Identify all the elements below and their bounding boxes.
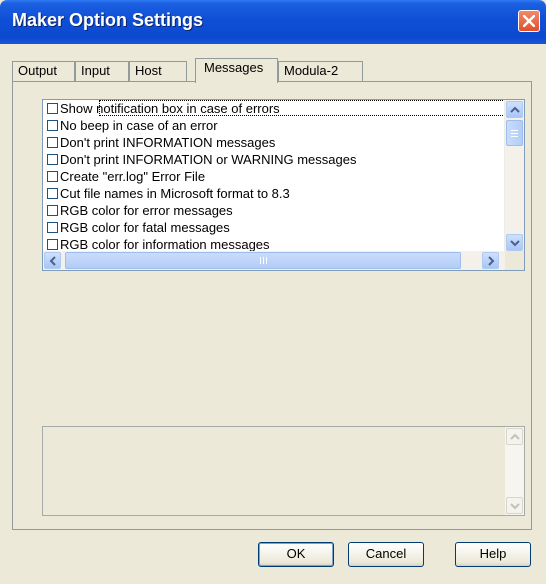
- list-item[interactable]: RGB color for fatal messages: [47, 219, 230, 236]
- dialog-window: Maker Option Settings Output Input Host …: [0, 0, 546, 584]
- scroll-up-button[interactable]: [506, 101, 523, 118]
- list-item[interactable]: RGB color for error messages: [47, 202, 233, 219]
- scroll-left-button[interactable]: [44, 252, 61, 269]
- list-item-label: Cut file names in Microsoft format to 8.…: [60, 186, 290, 201]
- scroll-down-button[interactable]: [506, 234, 523, 251]
- tab-messages[interactable]: Messages: [195, 58, 278, 83]
- close-icon: [523, 15, 535, 27]
- vertical-scroll-thumb[interactable]: [506, 120, 523, 146]
- list-item[interactable]: Cut file names in Microsoft format to 8.…: [47, 185, 290, 202]
- tab-input[interactable]: Input: [75, 61, 129, 81]
- tab-host-label: Host: [135, 63, 162, 78]
- checkbox[interactable]: [47, 154, 58, 165]
- checkbox[interactable]: [47, 120, 58, 131]
- messages-options-list[interactable]: Show notification box in case of errors …: [42, 99, 525, 271]
- tab-messages-label: Messages: [204, 60, 264, 75]
- vertical-scrollbar[interactable]: [504, 100, 524, 252]
- checkbox[interactable]: [47, 103, 58, 114]
- list-item[interactable]: Create "err.log" Error File: [47, 168, 205, 185]
- arrow-down-icon: [510, 240, 520, 247]
- scroll-right-button[interactable]: [482, 252, 499, 269]
- arrow-right-icon: [488, 256, 495, 266]
- checkbox[interactable]: [47, 222, 58, 233]
- arrow-left-icon: [49, 256, 56, 266]
- window-title: Maker Option Settings: [12, 10, 204, 30]
- checkbox[interactable]: [47, 188, 58, 199]
- tab-modula-2-label: Modula-2: [284, 63, 339, 78]
- list-item-label: Don't print INFORMATION or WARNING messa…: [60, 152, 357, 167]
- cancel-button[interactable]: Cancel: [348, 542, 424, 567]
- scrollbar-corner: [505, 251, 524, 270]
- tab-host[interactable]: Host: [129, 61, 187, 81]
- arrow-down-icon: [510, 503, 520, 510]
- list-item-label: RGB color for fatal messages: [60, 220, 230, 235]
- list-item-label: No beep in case of an error: [60, 118, 218, 133]
- list-item[interactable]: No beep in case of an error: [47, 117, 218, 134]
- output-scroll-up-button: [506, 428, 523, 445]
- tab-input-label: Input: [81, 63, 110, 78]
- close-button[interactable]: [518, 10, 540, 32]
- ok-button[interactable]: OK: [258, 542, 334, 567]
- checkbox[interactable]: [47, 137, 58, 148]
- tab-modula-2[interactable]: Modula-2: [278, 61, 363, 81]
- list-item-label: Don't print INFORMATION messages: [60, 135, 276, 150]
- tab-output[interactable]: Output: [12, 61, 75, 81]
- focus-rectangle: [99, 100, 524, 116]
- checkbox[interactable]: [47, 171, 58, 182]
- help-button[interactable]: Help: [455, 542, 531, 567]
- tab-output-label: Output: [18, 63, 58, 78]
- list-item-label: RGB color for information messages: [60, 237, 270, 252]
- horizontal-scrollbar[interactable]: [43, 251, 505, 270]
- arrow-up-icon: [510, 106, 520, 113]
- checkbox[interactable]: [47, 205, 58, 216]
- horizontal-scroll-thumb[interactable]: [65, 252, 461, 269]
- list-item[interactable]: Don't print INFORMATION messages: [47, 134, 275, 151]
- title-bar[interactable]: Maker Option Settings: [0, 0, 546, 44]
- list-item[interactable]: Don't print INFORMATION or WARNING messa…: [47, 151, 356, 168]
- list-item-label: RGB color for error messages: [60, 203, 233, 218]
- message-output-box: [42, 426, 525, 516]
- output-scroll-down-button: [506, 497, 523, 514]
- list-item-label: Create "err.log" Error File: [60, 169, 206, 184]
- checkbox[interactable]: [47, 239, 58, 250]
- arrow-up-icon: [510, 433, 520, 440]
- output-vertical-scrollbar: [505, 427, 524, 515]
